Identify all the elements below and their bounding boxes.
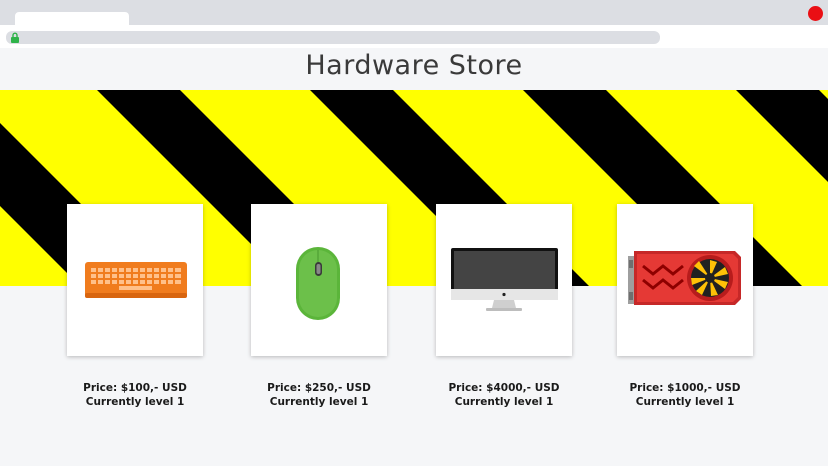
level-label: Currently level 1 [269, 396, 369, 408]
level-label: Currently level 1 [454, 396, 554, 408]
graphics-card-icon [628, 251, 741, 305]
level-label: Currently level 1 [85, 396, 185, 408]
product-info-graphics-card: Price: $1000,- USD Currently level 1 [595, 381, 775, 409]
product-info-mouse: Price: $250,- USD Currently level 1 [229, 381, 409, 409]
address-bar[interactable] [6, 31, 660, 44]
product-card-mouse[interactable] [251, 204, 387, 356]
level-label: Currently level 1 [635, 396, 735, 408]
price-label: Price: $100,- USD [83, 382, 187, 394]
product-card-monitor[interactable] [436, 204, 572, 356]
lock-icon [11, 32, 19, 43]
price-label: Price: $1000,- USD [629, 382, 741, 394]
browser-address-row [0, 25, 828, 48]
mouse-icon [296, 247, 340, 320]
product-card-graphics-card[interactable] [617, 204, 753, 356]
product-card-keyboard[interactable] [67, 204, 203, 356]
price-label: Price: $4000,- USD [448, 382, 560, 394]
price-label: Price: $250,- USD [267, 382, 371, 394]
monitor-icon [451, 248, 558, 311]
close-button[interactable] [808, 6, 823, 21]
product-info-monitor: Price: $4000,- USD Currently level 1 [414, 381, 594, 409]
keyboard-icon [85, 262, 187, 298]
page-title: Hardware Store [305, 50, 523, 81]
product-info-keyboard: Price: $100,- USD Currently level 1 [45, 381, 225, 409]
